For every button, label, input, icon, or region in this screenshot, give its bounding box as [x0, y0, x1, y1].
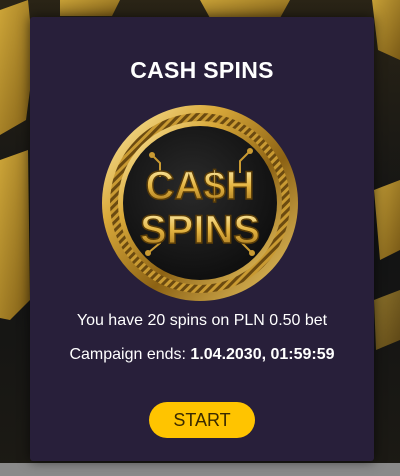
campaign-end-label: Campaign ends: [69, 346, 191, 363]
bottom-bar [0, 463, 400, 476]
campaign-end-info: Campaign ends: 1.04.2030, 01:59:59 [30, 346, 374, 364]
logo-text-line2: SPINS [140, 208, 260, 252]
cash-spins-modal: CASH SPINS CA$H SPINS You have 20 spins … [30, 17, 374, 461]
cash-spins-logo-icon: CA$H SPINS [100, 103, 300, 303]
start-button[interactable]: START [149, 402, 255, 438]
modal-title: CASH SPINS [130, 57, 274, 83]
logo-text-line1: CA$H [146, 164, 255, 208]
spins-info: You have 20 spins on PLN 0.50 bet [76, 312, 328, 329]
campaign-end-date: 1.04.2030, 01:59:59 [190, 346, 335, 363]
